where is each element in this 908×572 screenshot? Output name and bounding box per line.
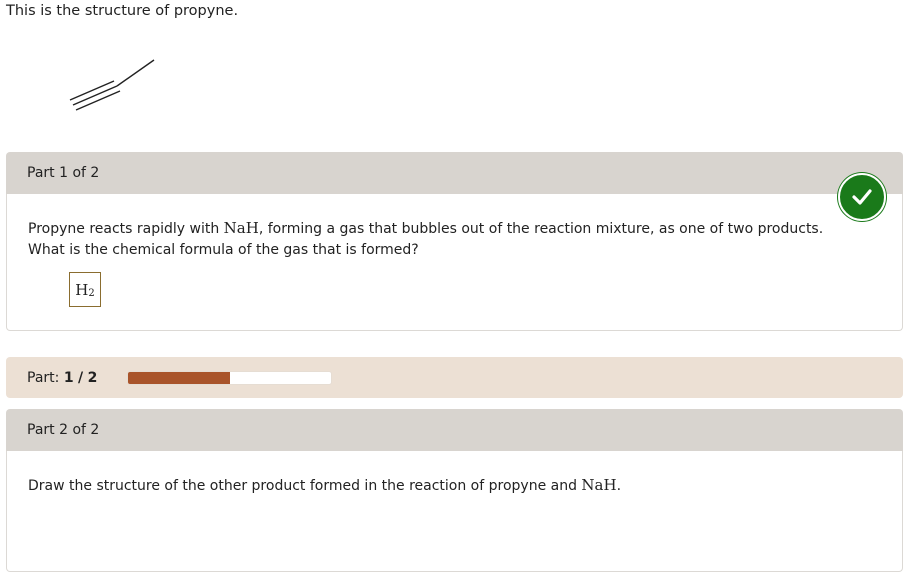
progress-label: Part:	[27, 369, 60, 386]
checkmark-icon	[838, 173, 886, 221]
part1-panel: Part 1 of 2 Propyne reacts rapidly with …	[6, 152, 903, 331]
answer-subscript: 2	[88, 288, 95, 299]
part1-body: Propyne reacts rapidly with NaH, forming…	[6, 194, 903, 331]
part2-panel: Part 2 of 2 Draw the structure of the ot…	[6, 409, 903, 572]
progress-separator: /	[78, 369, 84, 386]
part2-reagent-formula: NaH	[581, 476, 617, 494]
progress-total: 2	[87, 369, 98, 386]
question-text-cont: , forming a gas that bubbles out of the …	[258, 221, 824, 237]
question-line2: What is the chemical formula of the gas …	[28, 242, 419, 258]
part1-question: Propyne reacts rapidly with NaH, forming…	[28, 218, 823, 261]
answer-symbol: H	[75, 280, 89, 299]
progress-track	[127, 371, 332, 385]
part2-question-text: Draw the structure of the other product …	[28, 478, 582, 494]
answer-field[interactable]: H2	[69, 272, 101, 307]
part2-question: Draw the structure of the other product …	[28, 475, 621, 497]
part2-question-end: .	[616, 478, 622, 494]
question-text: Propyne reacts rapidly with	[28, 221, 224, 237]
intro-text: This is the structure of propyne.	[6, 3, 239, 19]
progress-current: 1	[63, 369, 74, 386]
part2-header: Part 2 of 2	[6, 409, 903, 451]
part1-header: Part 1 of 2	[6, 152, 903, 194]
part2-body: Draw the structure of the other product …	[6, 451, 903, 572]
progress-fill	[128, 372, 230, 384]
reagent-formula: NaH	[223, 219, 259, 237]
propyne-structure-drawing	[69, 59, 155, 111]
checkmark-glyph	[852, 189, 872, 205]
part-progress: Part: 1 / 2	[6, 357, 903, 398]
